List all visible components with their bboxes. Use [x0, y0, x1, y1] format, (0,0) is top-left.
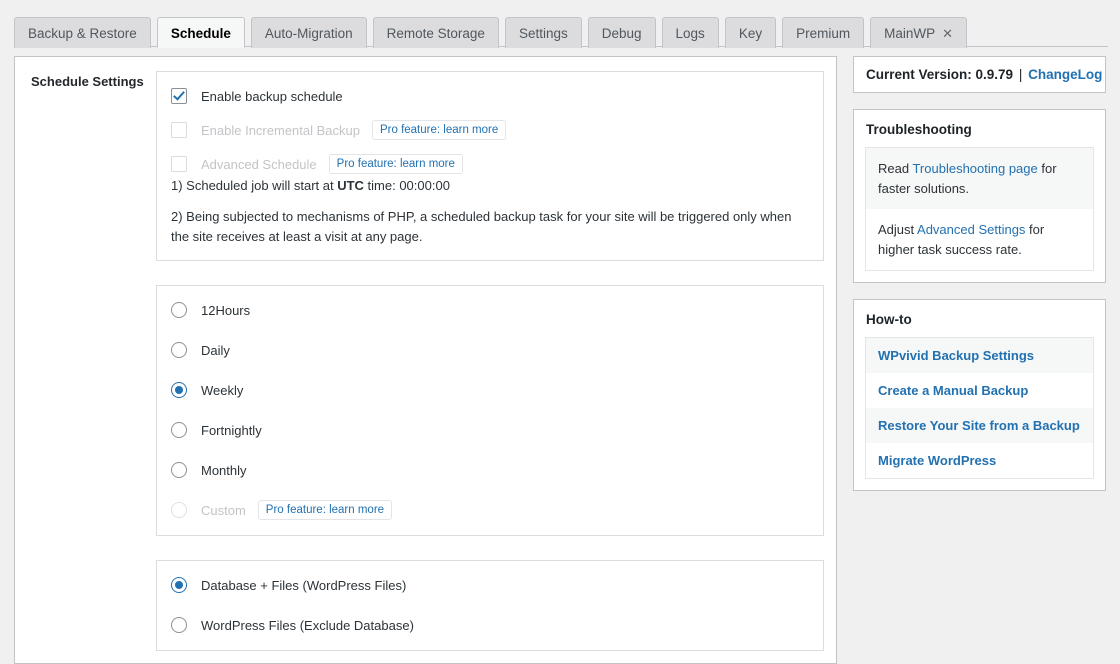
tab-backup-restore[interactable]: Backup & Restore: [14, 17, 151, 48]
tab-label: Backup & Restore: [28, 26, 137, 41]
troubleshooting-item: Read Troubleshooting page for faster sol…: [866, 148, 1093, 209]
howto-item[interactable]: Create a Manual Backup: [866, 373, 1093, 408]
pro-feature-link[interactable]: Pro feature: learn more: [371, 120, 507, 140]
tab-label: Remote Storage: [386, 26, 485, 41]
tab-label: Auto-Migration: [264, 26, 353, 41]
changelog-link[interactable]: ChangeLog: [1028, 67, 1102, 82]
tab-premium[interactable]: Premium: [782, 17, 865, 48]
checkbox-label: Enable backup schedule: [201, 88, 343, 104]
checkbox-row: Enable Incremental Backup Pro feature: le…: [171, 118, 809, 142]
tab-debug[interactable]: Debug: [587, 17, 656, 48]
checkbox-enable-incremental-backup: [171, 122, 187, 138]
troubleshooting-link[interactable]: Advanced Settings: [917, 222, 1025, 237]
version-row: Current Version: 0.9.79 | ChangeLog: [854, 57, 1105, 92]
howto-item[interactable]: Migrate WordPress: [866, 443, 1093, 478]
radio-label: Custom: [201, 502, 246, 518]
tab-label: Premium: [796, 26, 851, 41]
howto-item[interactable]: Restore Your Site from a Backup: [866, 408, 1093, 443]
radio-label: Weekly: [201, 382, 244, 398]
radio-label: Fortnightly: [201, 422, 262, 438]
radio-label: Daily: [201, 342, 230, 358]
checkbox-row: Advanced Schedule Pro feature: learn more: [171, 152, 809, 176]
troubleshooting-item: Adjust Advanced Settings for higher task…: [866, 209, 1093, 270]
tab-mainwp[interactable]: MainWP ✕: [870, 17, 968, 49]
radio-row: WordPress Files (Exclude Database): [171, 613, 809, 637]
tab-label: Debug: [601, 26, 642, 41]
troubleshooting-list: Read Troubleshooting page for faster sol…: [865, 147, 1094, 271]
troubleshooting-title: Troubleshooting: [866, 122, 972, 137]
radio-label: 12Hours: [201, 302, 251, 318]
close-icon[interactable]: ✕: [942, 18, 953, 49]
scope-radio-group: Database + Files (WordPress Files) WordPr…: [171, 573, 809, 637]
note-utc-time: 1) Scheduled job will start at UTC time:…: [171, 176, 809, 196]
troubleshooting-pre: Adjust: [878, 222, 918, 237]
checkbox-label: Advanced Schedule: [201, 156, 317, 172]
tab-logs[interactable]: Logs: [661, 17, 719, 48]
tab-label: Logs: [675, 26, 705, 41]
tab-auto-migration[interactable]: Auto-Migration: [250, 17, 367, 48]
frequency-radio-custom: [171, 502, 187, 519]
note-utc-pre: 1) Scheduled job will start at: [171, 178, 338, 193]
radio-row: Monthly: [171, 458, 809, 482]
sidebar: Current Version: 0.9.79 | ChangeLog Trou…: [853, 56, 1106, 507]
howto-box: How-to WPvivid Backup Settings Create a M…: [853, 299, 1106, 491]
howto-item[interactable]: WPvivid Backup Settings: [866, 338, 1093, 373]
note-utc-bold: UTC: [337, 178, 364, 193]
tab-label: Schedule: [170, 26, 231, 41]
pro-feature-link[interactable]: Pro feature: learn more: [257, 500, 393, 521]
schedule-settings-card: Schedule Settings Enable backup schedule…: [14, 56, 837, 664]
howto-list: WPvivid Backup Settings Create a Manual B…: [865, 337, 1094, 479]
tab-settings[interactable]: Settings: [504, 17, 582, 48]
tab-schedule[interactable]: Schedule: [156, 17, 245, 48]
radio-row: 12Hours: [171, 298, 809, 322]
pro-feature-link[interactable]: Pro feature: learn more: [328, 154, 463, 174]
version-separator: |: [1018, 67, 1023, 82]
radio-label: Database + Files (WordPress Files): [201, 577, 407, 593]
frequency-radio-monthly[interactable]: [171, 462, 187, 479]
troubleshooting-box: Troubleshooting Read Troubleshooting pag…: [853, 109, 1106, 283]
radio-row: Fortnightly: [171, 418, 809, 442]
radio-label: WordPress Files (Exclude Database): [201, 617, 414, 633]
frequency-radio-fortnightly[interactable]: [171, 422, 187, 439]
checkbox-row: Enable backup schedule: [171, 84, 809, 108]
note-php-mechanism: 2) Being subjected to mechanisms of PHP,…: [171, 209, 792, 245]
howto-title: How-to: [866, 312, 912, 327]
tab-label: Settings: [518, 26, 568, 41]
tab-list: Backup & Restore Schedule Auto-Migration Re…: [14, 16, 1108, 49]
note-utc-post: time: 00:00:00: [363, 178, 450, 193]
tab-label: Key: [738, 26, 763, 41]
tab-remote-storage[interactable]: Remote Storage: [372, 17, 499, 48]
scope-radio-database-files-wordpress-files[interactable]: [171, 577, 187, 594]
checkbox-group: Enable backup schedule Enable Incremental…: [171, 84, 809, 176]
scope-radio-wordpress-files-exclude-database[interactable]: [171, 617, 187, 634]
backup-scope-panel: Database + Files (WordPress Files) WordPr…: [156, 560, 824, 652]
frequency-radio-weekly[interactable]: [171, 382, 187, 399]
content-columns: Schedule Settings Enable backup schedule…: [14, 40, 1108, 664]
version-text: Current Version: 0.9.79: [866, 67, 1014, 82]
troubleshooting-link[interactable]: Troubleshooting page: [912, 161, 1037, 176]
radio-row: Daily: [171, 338, 809, 362]
plugin-settings-page: Backup & Restore Schedule Auto-Migration Re…: [0, 0, 1120, 664]
frequency-radio-daily[interactable]: [171, 342, 187, 359]
checkbox-enable-backup-schedule[interactable]: [171, 88, 187, 104]
section-label: Schedule Settings: [31, 74, 144, 89]
checkbox-label: Enable Incremental Backup: [201, 122, 360, 138]
radio-row: Database + Files (WordPress Files): [171, 573, 809, 597]
frequency-radio-12hours[interactable]: [171, 302, 187, 319]
tab-label: MainWP: [884, 26, 936, 41]
radio-row: Weekly: [171, 378, 809, 402]
troubleshooting-pre: Read: [878, 161, 913, 176]
settings-fields: Enable backup schedule Enable Incremental…: [156, 71, 824, 652]
tab-key[interactable]: Key: [724, 17, 777, 48]
checkbox-advanced-schedule: [171, 156, 187, 172]
radio-label: Monthly: [201, 462, 247, 478]
frequency-panel: 12Hours Daily Weekly Fortnightly Monthly Cust…: [156, 285, 824, 537]
tab-bar: Backup & Restore Schedule Auto-Migration Re…: [14, 0, 1108, 48]
enable-schedule-panel: Enable backup schedule Enable Incremental…: [156, 71, 824, 262]
radio-row: Custom Pro feature: learn more: [171, 498, 809, 522]
frequency-radio-group: 12Hours Daily Weekly Fortnightly Monthly Cust…: [171, 298, 809, 522]
version-box: Current Version: 0.9.79 | ChangeLog: [853, 56, 1106, 93]
